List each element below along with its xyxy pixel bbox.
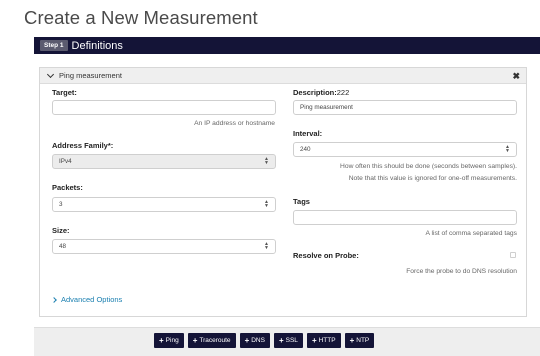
plus-icon: + xyxy=(278,336,284,345)
description-input[interactable]: Ping measurement xyxy=(293,100,517,115)
interval-value: 240 xyxy=(300,146,311,153)
tags-help: A list of comma separated tags xyxy=(425,230,517,237)
add-http-button[interactable]: + HTTP xyxy=(306,333,341,348)
step-title: Definitions xyxy=(71,39,123,52)
panel-header[interactable]: Ping measurement ✖ xyxy=(40,68,526,84)
stepper-arrows-icon[interactable]: ▲ ▼ xyxy=(264,242,269,251)
add-traceroute-button[interactable]: + Traceroute xyxy=(187,333,236,348)
interval-input[interactable]: 240 ▲ ▼ xyxy=(293,142,517,157)
tags-label: Tags xyxy=(293,197,310,206)
resolve-on-probe-label: Resolve on Probe: xyxy=(293,251,359,260)
description-counter: 222 xyxy=(336,88,350,97)
select-arrows-icon: ▲ ▼ xyxy=(264,156,269,166)
advanced-options-label: Advanced Options xyxy=(61,295,123,304)
packets-value: 3 xyxy=(59,201,63,208)
resolve-on-probe-help: Force the probe to do DNS resolution xyxy=(406,268,517,275)
description-label-text: Description: xyxy=(293,88,337,97)
description-label: Description:222 xyxy=(293,88,349,97)
interval-label: Interval: xyxy=(293,129,323,138)
resolve-on-probe-checkbox[interactable] xyxy=(510,252,516,258)
add-dns-button[interactable]: + DNS xyxy=(239,333,270,348)
step-header: Step 1 Definitions xyxy=(34,37,540,54)
packets-input[interactable]: 3 ▲ ▼ xyxy=(52,197,276,212)
address-family-label: Address Family*: xyxy=(52,141,114,150)
size-input[interactable]: 48 ▲ ▼ xyxy=(52,239,276,254)
tags-input[interactable] xyxy=(293,210,517,225)
size-value: 48 xyxy=(59,243,67,250)
plus-icon: + xyxy=(244,336,250,345)
target-help: An IP address or hostname xyxy=(194,120,275,127)
plus-icon: + xyxy=(349,336,355,345)
plus-icon: + xyxy=(192,336,198,345)
step-badge: Step 1 xyxy=(40,40,68,51)
ping-measurement-panel: Ping measurement ✖ Target: An IP address… xyxy=(39,67,527,317)
plus-icon: + xyxy=(159,336,164,345)
address-family-value: IPv4 xyxy=(59,158,72,165)
measurement-type-toolbar: + Ping + Traceroute + DNS + SSL + HTTP + NTP xyxy=(34,327,540,356)
packets-label: Packets: xyxy=(52,183,83,192)
chevron-down-icon[interactable] xyxy=(46,70,55,78)
address-family-select[interactable]: IPv4 ▲ ▼ xyxy=(52,154,276,169)
target-label: Target: xyxy=(52,88,77,97)
stepper-arrows-icon[interactable]: ▲ ▼ xyxy=(264,200,269,209)
page-title: Create a New Measurement xyxy=(24,7,258,28)
stepper-arrows-icon[interactable]: ▲ ▼ xyxy=(505,145,510,154)
panel-title: Ping measurement xyxy=(59,71,122,80)
advanced-options-toggle[interactable]: Advanced Options xyxy=(51,295,123,304)
interval-help-1: How often this should be done (seconds b… xyxy=(340,163,517,170)
interval-help-2: Note that this value is ignored for one-… xyxy=(348,175,517,182)
close-icon[interactable]: ✖ xyxy=(512,71,520,82)
add-ntp-button[interactable]: + NTP xyxy=(344,333,375,348)
add-ping-button[interactable]: + Ping xyxy=(154,333,184,348)
size-label: Size: xyxy=(52,226,70,235)
chevron-right-icon xyxy=(51,296,57,303)
add-ssl-button[interactable]: + SSL xyxy=(273,333,303,348)
target-input[interactable] xyxy=(52,100,276,115)
plus-icon: + xyxy=(311,336,317,345)
